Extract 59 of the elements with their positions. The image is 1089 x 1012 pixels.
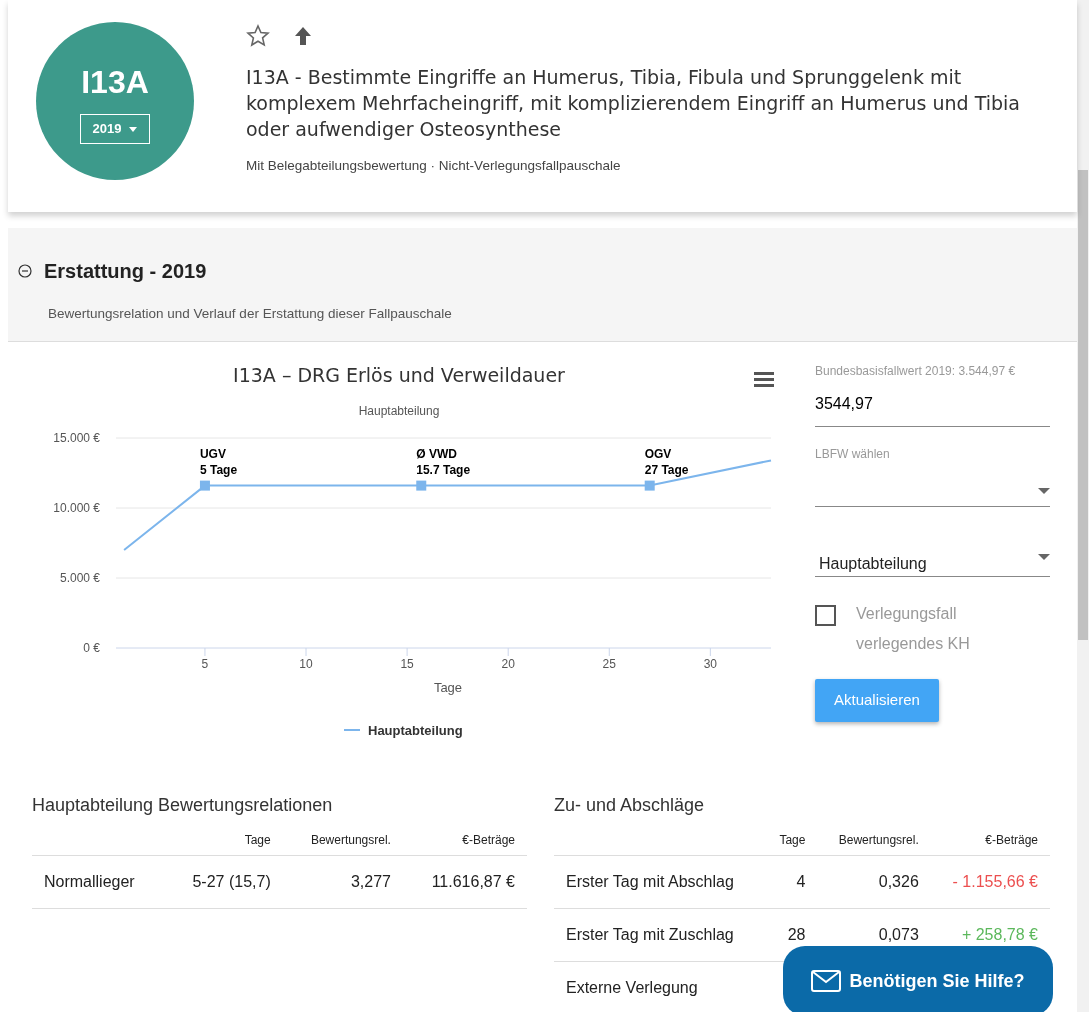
checkbox-label: Verlegungsfall verlegendes KH: [856, 604, 971, 654]
table-cell: 11.616,87 €: [402, 855, 527, 909]
field-label: LBFW wählen: [815, 446, 891, 463]
star-icon[interactable]: [246, 24, 270, 48]
caret-icon: [129, 126, 138, 132]
drg-title: I13A - Bestimmte Eingriffe an Humerus, Tibia, Fibula und Sprunggelenk mit komplexem Mehrfacheingriff, mit komplizierendem Eingriff an Humerus und Tibia oder aufwendiger Osteosynthese: [246, 65, 1021, 142]
department-select[interactable]: Hauptabteilung: [815, 545, 1050, 577]
tick-label: 15.000 €: [53, 431, 100, 445]
chart-title: I13A – DRG Erlös und Verweildauer: [233, 364, 565, 386]
tick-label: 5: [201, 657, 209, 671]
table-cell: Erster Tag mit Abschlag: [554, 855, 763, 909]
tick-label: 10: [299, 657, 313, 671]
mail-icon: [811, 970, 842, 992]
table-cell: 0,326: [817, 855, 931, 909]
data-label: UGV 5 Tage: [199, 446, 238, 477]
section-subtitle: Bewertungsrelation und Verlauf der Erstattung dieser Fallpauschale: [47, 305, 453, 323]
tick-label: 15: [400, 657, 414, 671]
section-title: Erstattung - 2019: [44, 259, 207, 284]
menu-icon[interactable]: [754, 372, 774, 387]
table-cell: 3,277: [282, 855, 403, 909]
column-header: Tage: [762, 825, 818, 856]
table-title: Hauptabteilung Bewertungsrelationen: [32, 794, 334, 817]
table-cell: Erster Tag mit Zuschlag: [554, 908, 763, 962]
table-title: Zu- und Abschläge: [554, 794, 706, 817]
field-label: Bundesbasisfallwert 2019: 3.544,97 €: [815, 363, 1017, 380]
checkbox[interactable]: [815, 605, 836, 626]
column-header: €-Beträge: [930, 825, 1050, 856]
drg-code: I13A: [81, 63, 149, 103]
tick-label: 5.000 €: [59, 571, 100, 585]
caret-icon: [1038, 554, 1050, 560]
up-arrow-icon[interactable]: [294, 26, 312, 46]
data-point: [416, 480, 427, 491]
chart-subtitle: Hauptabteilung: [358, 404, 440, 418]
collapse-icon[interactable]: [18, 264, 32, 278]
axis-label: Tage: [433, 680, 463, 695]
help-button[interactable]: Benötigen Sie Hilfe?: [783, 946, 1053, 1012]
legend-item[interactable]: Hauptabteilung: [343, 723, 463, 738]
drg-meta: Mit Belegabteilungsbewertung · Nicht-Verlegungsfallpauschale: [246, 157, 622, 175]
tick-label: 30: [703, 657, 718, 671]
table-cell: Externe Verlegung: [554, 961, 763, 1012]
data-label: Ø VWD 15.7 Tage: [416, 446, 471, 477]
data-point: [644, 480, 655, 491]
table-cell: 4: [762, 855, 818, 909]
column-header: Bewertungsrel.: [817, 825, 931, 856]
column-header: €-Beträge: [402, 825, 527, 856]
legend-label: Hauptabteilung: [368, 723, 463, 738]
tick-label: 25: [602, 657, 616, 671]
table-cell: - 1.155,66 €: [930, 855, 1050, 909]
tick-label: 0 €: [83, 641, 100, 655]
tick-label: 10.000 €: [53, 501, 100, 515]
tick-label: 20: [501, 657, 515, 671]
table-cell: Normallieger: [32, 855, 165, 909]
caret-icon: [1038, 487, 1050, 494]
data-label: OGV 27 Tage: [644, 446, 689, 477]
column-header: Bewertungsrel.: [282, 825, 403, 856]
data-point: [199, 480, 210, 491]
base-value-field[interactable]: 3544,97: [815, 386, 1050, 427]
table-cell: 5-27 (15,7): [164, 855, 283, 909]
column-header: Tage: [164, 825, 283, 856]
